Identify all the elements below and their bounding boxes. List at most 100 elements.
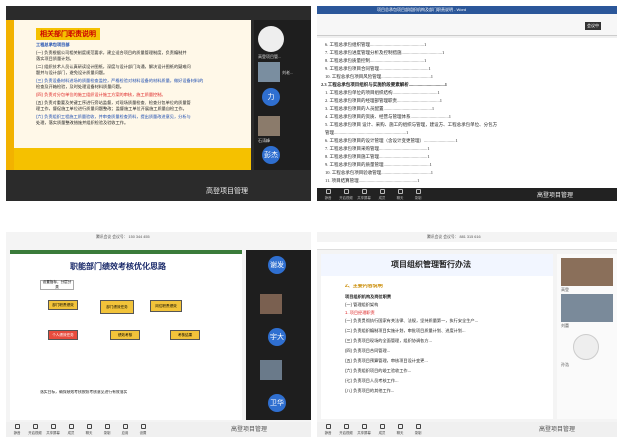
meeting-status[interactable]: 会议中 [585, 22, 601, 30]
slide-line: 1. 项目经理职责 [345, 310, 375, 315]
flow-box: 绩效考核 [110, 330, 140, 340]
participant-panel: 高登 刘蕾 孙浩 [557, 254, 617, 419]
watermark: 高登项目管理 [206, 188, 248, 195]
toolbar-item[interactable]: 共享屏幕 [356, 189, 372, 200]
share-icon [361, 189, 367, 194]
doc-line: 2.3 工程总承包项目组织与实施阶段要素解析..................… [321, 82, 447, 87]
flow-box: 岗位职责绩效 [150, 300, 182, 312]
shared-slide: 相关部门职责说明 工程总承包项目部 (一) 负责根据公司相关制度规范要求，建立适… [6, 20, 251, 170]
slide-note: 落实目标，确保绩效考核按照考核意见进行有效落实 [40, 390, 128, 394]
chat-icon [397, 189, 403, 194]
slide-title: 项目组织管理暂行办法 [391, 260, 471, 269]
record-icon [104, 424, 110, 429]
toolbar-item[interactable]: 静音 [320, 424, 336, 435]
slide-title: 相关部门职责说明 [36, 28, 100, 40]
line: (五) 负责对重要及关键工序进行旁站监督，对现场质量检查、检查分包单位的质量管 [36, 100, 191, 105]
toolbar-item[interactable]: 应用 [117, 424, 133, 435]
toolbar-item[interactable]: 开启视频 [338, 424, 354, 435]
participant-video[interactable] [260, 294, 282, 314]
record-icon [415, 189, 421, 194]
watermark: 高登项目管理 [231, 427, 268, 433]
toolbar-item[interactable]: 静音 [9, 424, 25, 435]
meeting-id: 腾讯会议 会议号： 150 344 455 [96, 235, 150, 239]
line: 落实项目质量计划。 [36, 56, 74, 61]
camera-icon [343, 424, 349, 429]
line: (一) 负责根据公司相关制度规范要求，建立适合项目的质量管理制度，负责编制并 [36, 50, 187, 55]
toolbar-item[interactable]: 开启视频 [27, 424, 43, 435]
doc-line: 7. 工程总承包进度管理分析及控制措施.....................… [325, 50, 445, 55]
toolbar-item[interactable]: 录制 [410, 189, 426, 200]
participant-video[interactable] [561, 258, 613, 286]
slide-line: (六) 负责组织项目的竣工验收工作... [345, 368, 412, 373]
slide-line: (七) 负责项目人员考核工作... [345, 378, 399, 383]
watermark: 高登项目管理 [539, 427, 576, 433]
panda-avatar [573, 334, 599, 360]
meeting-screenshot-3: 腾讯会议 会议号： 150 344 455 职能部门绩效考核优化思路 设置指标，… [6, 232, 311, 437]
participant-avatar[interactable]: 卫华 [268, 394, 286, 412]
chat-icon [397, 424, 403, 429]
line: (六) 负责组织工程施工质量验收，并审查质量检查资料，提出质量改进意见，分析与 [36, 114, 191, 119]
doc-line: 8. 工程总承包质量控制............................… [325, 58, 427, 63]
mic-icon [14, 424, 20, 429]
slide-line: (八) 负责项目的其他工作... [345, 388, 395, 393]
meeting-screenshot-4: 腾讯会议 会议号： 881 315 616 项目组织管理暂行办法 2、主要内容说… [317, 232, 617, 437]
doc-line: 管理......................................… [325, 130, 409, 135]
slide-line: (一) 负责贯彻执行国家有关法律、法规，坚持质量第一，执行安全生产... [345, 318, 479, 323]
line: 处理，落实质量整改措施并组织检验及验收工作。 [36, 120, 129, 125]
toolbar-item[interactable]: 录制 [410, 424, 426, 435]
camera-icon [343, 189, 349, 194]
record-icon [415, 424, 421, 429]
participant-label: 刘蕾 [561, 323, 569, 328]
participant-label: 高登项目管... [258, 54, 282, 59]
flow-box: 设置指标，分层分类 [40, 280, 74, 290]
shared-slide: 职能部门绩效考核优化思路 设置指标，分层分类 部门职责绩效 部门绩效任务 岗位职… [10, 250, 242, 420]
toolbar-item[interactable]: 成员 [374, 424, 390, 435]
toolbar-item[interactable]: 成员 [374, 189, 390, 200]
participant-avatar[interactable]: 宇大 [268, 328, 286, 346]
line: (三) 负责设备材料进场的质量检查监控，严格检验对材料设备的材料质量，做好设备材… [36, 78, 204, 83]
participant-label: 石涛峰 [258, 138, 270, 143]
participant-avatar[interactable]: 谢发 [268, 256, 286, 274]
flow-box: 部门绩效任务 [100, 300, 134, 314]
toolbar-item[interactable]: 聊天 [392, 424, 408, 435]
participant-panel: 高登项目管... 刘老... 力 石涛峰 彭杰 [254, 20, 311, 170]
slide-line: (四) 负责项目合同管理... [345, 348, 391, 353]
toolbar-item[interactable]: 共享屏幕 [45, 424, 61, 435]
members-icon [68, 424, 74, 429]
doc-line: 9. 工程总承包项目的质量管理.........................… [325, 162, 432, 167]
members-icon [379, 189, 385, 194]
flow-box: 部门职责绩效 [48, 300, 78, 310]
toolbar-item[interactable]: 成员 [63, 424, 79, 435]
toolbar-item[interactable]: 静音 [320, 189, 336, 200]
line: (二) 组织技术人员认真研读设计图纸，深度与设计部门沟通，解决设计图纸的疑难问 [36, 64, 191, 69]
participant-avatar[interactable]: 力 [262, 88, 280, 106]
participant-avatar[interactable]: 彭杰 [262, 146, 280, 164]
participant-label: 高登 [561, 287, 569, 292]
toolbar-item[interactable]: 聊天 [81, 424, 97, 435]
slide-line: (二) 负责组织编制项目实施计划，审批项目质量计划、进度计划... [345, 328, 466, 333]
participant-video[interactable] [258, 62, 280, 82]
toolbar-item[interactable]: 聊天 [392, 189, 408, 200]
slide-line: (三) 负责项目现场的全面管理，组织协调各方... [345, 338, 433, 343]
participant-video[interactable] [260, 360, 282, 380]
toolbar-item[interactable]: 设置 [135, 424, 151, 435]
toolbar-item[interactable]: 共享屏幕 [356, 424, 372, 435]
doc-line: 5. 工程总承包项目 设计、采购、施工的组织与管理，建设方、工程总承包单位、分包… [325, 122, 498, 127]
mic-icon [325, 189, 331, 194]
slide-section: 2、主要内容说明 [345, 284, 383, 289]
doc-line: 6. 工程总承包组织管理............................… [325, 42, 427, 47]
doc-line: 7. 工程总承包项目采购管理..........................… [325, 146, 430, 151]
participant-video[interactable] [258, 116, 280, 136]
doc-line: 10. 工程总承包项目风险管理.........................… [325, 74, 433, 79]
doc-line: 11. 项目结算管理..............................… [325, 178, 420, 183]
slide-line: (五) 负责项目预算管理，审核项目设计变更... [345, 358, 428, 363]
toolbar-item[interactable]: 录制 [99, 424, 115, 435]
share-icon [361, 424, 367, 429]
word-ribbon[interactable] [317, 14, 617, 36]
toolbar-item[interactable]: 开启视频 [338, 189, 354, 200]
line: (四) 负责对分包单位的施工组织设计施工方案的审核，施工质量控制。 [36, 92, 166, 97]
participant-video[interactable] [561, 294, 613, 322]
watermark: 高登项目管理 [537, 193, 574, 199]
doc-line: 6. 工程总承包项目的设计管理（含设计变更管理）................… [325, 138, 458, 143]
meeting-topbar[interactable] [317, 242, 617, 250]
